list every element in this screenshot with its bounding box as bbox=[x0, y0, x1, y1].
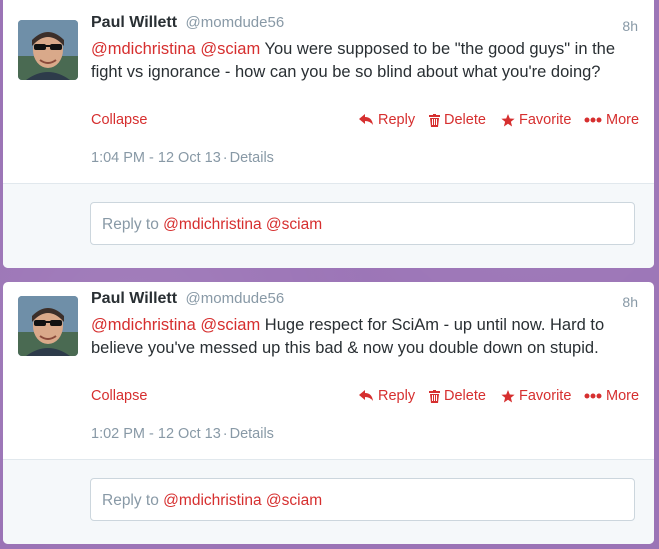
tweet: Paul Willett @momdude56 8h @mdichristina… bbox=[3, 0, 654, 184]
reply-label: Reply bbox=[378, 112, 416, 128]
reply-button[interactable]: Reply bbox=[359, 112, 415, 128]
more-button[interactable]: More bbox=[584, 112, 639, 128]
tweet-card: Paul Willett @momdude56 8h @mdichristina… bbox=[3, 0, 654, 268]
author[interactable]: Paul Willett @momdude56 bbox=[91, 290, 284, 308]
favorite-label: Favorite bbox=[519, 112, 572, 128]
author-name[interactable]: Paul Willett bbox=[91, 14, 177, 31]
trash-icon bbox=[429, 389, 440, 403]
reply-area: Reply to @mdichristina @sciam bbox=[3, 459, 654, 544]
reply-area: Reply to @mdichristina @sciam bbox=[3, 183, 654, 268]
delete-label: Delete bbox=[444, 112, 486, 128]
collapse-link[interactable]: Collapse bbox=[91, 112, 147, 128]
reply-label: Reply bbox=[378, 388, 416, 404]
more-button[interactable]: More bbox=[584, 388, 639, 404]
delete-label: Delete bbox=[444, 388, 486, 404]
collapse-link[interactable]: Collapse bbox=[91, 388, 147, 404]
avatar[interactable] bbox=[18, 296, 78, 356]
author-name[interactable]: Paul Willett bbox=[91, 290, 177, 307]
avatar[interactable] bbox=[18, 20, 78, 80]
tweet-meta: 1:02 PM - 12 Oct 13 · Details bbox=[91, 426, 274, 442]
tweet-time[interactable]: 8h bbox=[622, 294, 638, 310]
details-link[interactable]: Details bbox=[230, 426, 274, 442]
reply-mention: @sciam bbox=[265, 216, 323, 233]
tweet-text: @mdichristina @sciam Huge respect for Sc… bbox=[91, 314, 636, 359]
separator: · bbox=[222, 150, 228, 166]
reply-icon bbox=[359, 114, 373, 125]
star-icon bbox=[501, 113, 515, 126]
reply-button[interactable]: Reply bbox=[359, 388, 415, 404]
favorite-button[interactable]: Favorite bbox=[501, 112, 571, 128]
author-handle[interactable]: @momdude56 bbox=[186, 14, 285, 31]
reply-placeholder: Reply to bbox=[102, 216, 164, 233]
tweet-actions: Collapse Reply Delete Favorite More bbox=[91, 388, 639, 408]
reply-mention: @sciam bbox=[265, 492, 323, 509]
more-dots-icon bbox=[584, 117, 602, 123]
details-link[interactable]: Details bbox=[230, 150, 274, 166]
mention-link[interactable]: @sciam bbox=[200, 316, 260, 334]
timestamp[interactable]: 1:04 PM - 12 Oct 13 bbox=[91, 150, 221, 166]
tweet: Paul Willett @momdude56 8h @mdichristina… bbox=[3, 282, 654, 460]
author[interactable]: Paul Willett @momdude56 bbox=[91, 14, 284, 32]
delete-button[interactable]: Delete bbox=[429, 112, 486, 128]
reply-placeholder: Reply to bbox=[102, 492, 164, 509]
reply-input[interactable]: Reply to @mdichristina @sciam bbox=[90, 202, 635, 245]
delete-button[interactable]: Delete bbox=[429, 388, 486, 404]
more-label: More bbox=[606, 112, 640, 128]
reply-mention: @mdichristina bbox=[163, 216, 262, 233]
reply-input[interactable]: Reply to @mdichristina @sciam bbox=[90, 478, 635, 521]
mention-link[interactable]: @mdichristina bbox=[91, 40, 196, 58]
reply-mention: @mdichristina bbox=[163, 492, 262, 509]
separator: · bbox=[222, 426, 228, 442]
tweet-actions: Collapse Reply Delete Favorite More bbox=[91, 112, 639, 132]
author-handle[interactable]: @momdude56 bbox=[186, 290, 285, 307]
mention-link[interactable]: @mdichristina bbox=[91, 316, 196, 334]
tweet-time[interactable]: 8h bbox=[622, 18, 638, 34]
trash-icon bbox=[429, 113, 440, 127]
mention-link[interactable]: @sciam bbox=[200, 40, 260, 58]
star-icon bbox=[501, 389, 515, 402]
more-label: More bbox=[606, 388, 640, 404]
favorite-button[interactable]: Favorite bbox=[501, 388, 571, 404]
reply-icon bbox=[359, 390, 373, 401]
timestamp[interactable]: 1:02 PM - 12 Oct 13 bbox=[91, 426, 221, 442]
tweet-meta: 1:04 PM - 12 Oct 13 · Details bbox=[91, 150, 274, 166]
tweet-text: @mdichristina @sciam You were supposed t… bbox=[91, 38, 636, 83]
more-dots-icon bbox=[584, 393, 602, 399]
favorite-label: Favorite bbox=[519, 388, 572, 404]
tweet-card: Paul Willett @momdude56 8h @mdichristina… bbox=[3, 282, 654, 544]
